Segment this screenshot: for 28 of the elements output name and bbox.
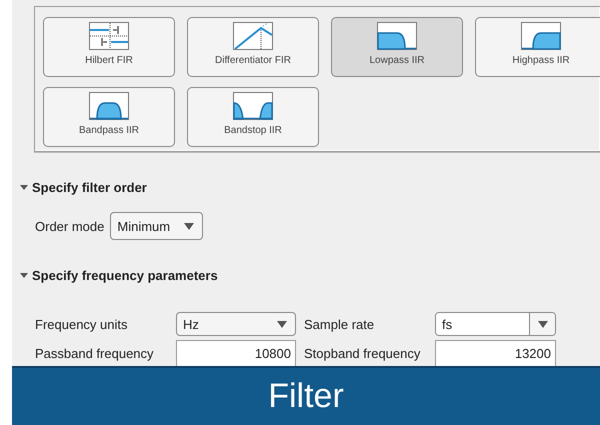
differentiator-response-icon bbox=[233, 22, 273, 50]
section-title: Specify frequency parameters bbox=[32, 268, 218, 282]
filter-type-button[interactable]: Differentiator FIR bbox=[187, 17, 319, 77]
hilbert-response-icon bbox=[89, 22, 129, 50]
filter-type-button[interactable]: Hilbert FIR bbox=[43, 17, 175, 77]
field-label: Passband frequency bbox=[35, 346, 155, 360]
input-field[interactable]: 10800 bbox=[176, 340, 296, 366]
field-label: Frequency units bbox=[35, 316, 128, 332]
field-label: Order mode bbox=[35, 218, 104, 234]
combo-field[interactable]: fs bbox=[435, 312, 556, 336]
dropdown[interactable]: Minimum bbox=[110, 212, 204, 240]
filter-type-button[interactable]: Bandstop IIR bbox=[187, 87, 319, 147]
field-label: Sample rate bbox=[303, 316, 376, 332]
input-field[interactable]: 13200 bbox=[435, 340, 556, 366]
dropdown-arrow-button[interactable] bbox=[529, 313, 555, 335]
bandstop-response-icon bbox=[233, 92, 273, 120]
banner-title: Filter bbox=[268, 377, 344, 416]
collapse-arrow-icon[interactable] bbox=[20, 184, 28, 190]
filter-type-button[interactable]: Highpass IIR bbox=[475, 17, 600, 77]
field-label: Stopband frequency bbox=[303, 346, 422, 360]
highpass-response-icon bbox=[521, 22, 561, 50]
bandpass-response-icon bbox=[89, 92, 129, 120]
lowpass-response-icon bbox=[377, 22, 417, 50]
dropdown[interactable]: Hz bbox=[176, 312, 296, 336]
filter-type-button[interactable]: Lowpass IIR bbox=[331, 17, 463, 77]
section-title: Specify filter order bbox=[32, 180, 147, 194]
collapse-arrow-icon[interactable] bbox=[20, 272, 28, 278]
filter-type-button[interactable]: Bandpass IIR bbox=[43, 87, 175, 147]
